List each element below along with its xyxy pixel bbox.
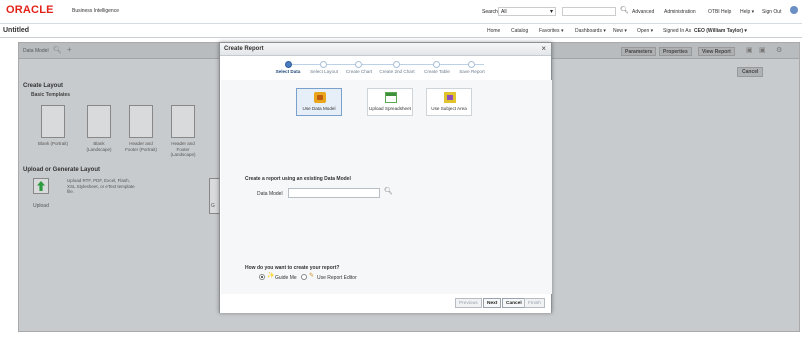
use-subject-area-option[interactable]: Use Subject Area — [426, 88, 472, 116]
subject-area-icon — [444, 92, 456, 103]
template-thumbnail — [171, 105, 195, 138]
previous-button[interactable]: Previous — [455, 298, 482, 308]
upload-spreadsheet-option[interactable]: Upload Spreadsheet — [367, 88, 413, 116]
step-indicator-select-layout — [320, 61, 327, 68]
chevron-down-icon: ▾ — [549, 9, 553, 15]
add-icon: + — [67, 45, 72, 54]
dialog-header: Create Report × — [220, 43, 551, 56]
step-select-data[interactable]: Select Data — [268, 69, 308, 74]
create-report-dialog: Create Report × Select Data Select Layou… — [219, 42, 552, 313]
page-title: Untitled — [3, 27, 30, 34]
step-create-2nd-chart[interactable]: Create 2nd Chart — [377, 69, 417, 74]
search-scope-value: All — [501, 9, 507, 15]
user-menu[interactable]: CEO (William Taylor) ▾ — [694, 28, 747, 34]
new-menu[interactable]: New ▾ — [613, 28, 627, 34]
view-report-button: View Report — [698, 47, 735, 56]
help-icon: ⚙ — [776, 47, 783, 54]
cancel-button[interactable]: Cancel — [502, 298, 526, 308]
product-name: Business Intelligence — [72, 8, 119, 14]
option-label: Use Data Model — [302, 106, 336, 111]
step-save-report[interactable]: Save Report — [452, 69, 492, 74]
dialog-footer: Previous Next Cancel Finish — [220, 294, 551, 313]
wand-icon: ✨ — [267, 273, 275, 279]
step-indicator-save-report — [468, 61, 475, 68]
template-thumbnail — [129, 105, 153, 138]
search-input[interactable] — [562, 7, 616, 16]
signed-in-label: Signed In As — [663, 28, 692, 34]
properties-button: Properties — [659, 47, 692, 56]
home-link[interactable]: Home — [487, 28, 500, 34]
cancel-button: Cancel — [737, 67, 764, 77]
top-bar: ORACLE Business Intelligence Search All … — [0, 0, 802, 24]
wizard-steps: Select Data Select Layout Create Chart C… — [220, 58, 551, 78]
step-create-chart[interactable]: Create Chart — [339, 69, 379, 74]
close-icon[interactable]: × — [541, 44, 546, 53]
parameters-button: Parameters — [621, 47, 657, 56]
next-button[interactable]: Next — [483, 298, 502, 308]
upload-generate-heading: Upload or Generate Layout — [23, 167, 101, 173]
sign-out-link[interactable]: Sign Out — [762, 9, 781, 15]
option-label: Upload Spreadsheet — [369, 106, 411, 111]
upload-arrow-icon — [37, 181, 45, 191]
advanced-link[interactable]: Advanced — [632, 9, 654, 15]
page-header: Untitled Home Catalog Favorites ▾ Dashbo… — [0, 24, 802, 38]
dialog-title: Create Report — [224, 46, 264, 52]
use-report-editor-radio[interactable] — [301, 274, 307, 280]
step-indicator-create-table — [433, 61, 440, 68]
save-icon: ▣ — [746, 47, 753, 54]
guide-me-label[interactable]: Guide Me — [275, 275, 297, 281]
step-connector — [288, 64, 484, 65]
save-as-icon: ▣ — [759, 47, 766, 54]
template-thumbnail — [41, 105, 65, 138]
favorites-menu[interactable]: Favorites ▾ — [539, 28, 563, 34]
catalog-link[interactable]: Catalog — [511, 28, 528, 34]
data-model-label: Data Model — [23, 48, 49, 54]
search-icon[interactable]: 🔍︎ — [384, 187, 393, 195]
generate-label: G — [211, 203, 215, 209]
search-icon[interactable]: 🔍︎ — [620, 6, 629, 14]
creation-mode-prompt: How do you want to create your report? — [245, 265, 340, 271]
search-scope-select[interactable]: All ▾ — [498, 7, 556, 16]
data-model-icon — [314, 92, 326, 103]
data-model-input[interactable] — [288, 188, 380, 198]
help-menu[interactable]: Help ▾ — [740, 9, 754, 15]
existing-data-model-prompt: Create a report using an existing Data M… — [245, 176, 351, 182]
template-label: Header and Footer (Portrait) — [125, 141, 157, 152]
otbi-help-link[interactable]: OTBI Help — [708, 9, 731, 15]
step-indicator-create-chart — [355, 61, 362, 68]
finish-button[interactable]: Finish — [524, 298, 545, 308]
upload-label: Upload — [33, 203, 49, 209]
pencil-icon: ✎ — [309, 273, 315, 279]
user-icon[interactable] — [790, 6, 798, 14]
upload-tile — [33, 178, 49, 194]
option-label: Use Subject Area — [431, 106, 467, 111]
guide-me-radio[interactable] — [259, 274, 265, 280]
use-report-editor-label[interactable]: Use Report Editor — [317, 275, 357, 281]
use-data-model-option[interactable]: Use Data Model — [296, 88, 342, 116]
administration-link[interactable]: Administration — [664, 9, 696, 15]
template-thumbnail — [87, 105, 111, 138]
create-layout-heading: Create Layout — [23, 83, 64, 89]
dashboards-menu[interactable]: Dashboards ▾ — [575, 28, 606, 34]
step-create-table[interactable]: Create Table — [417, 69, 457, 74]
step-indicator-create-2nd-chart — [393, 61, 400, 68]
spreadsheet-icon — [385, 92, 397, 103]
template-label: Blank (Portrait) — [37, 141, 68, 146]
template-label: Header and Footer (Landscape) — [170, 141, 196, 157]
search-icon: 🔍︎ — [53, 47, 62, 54]
upload-description: Upload RTF, PDF, Excel, Flash, XSL Style… — [67, 178, 135, 194]
template-label: Blank (Landscape) — [86, 141, 112, 152]
dialog-body: Use Data Model Upload Spreadsheet Use Su… — [221, 80, 552, 294]
data-model-field-label: Data Model — [257, 191, 283, 197]
search-label: Search — [482, 9, 498, 15]
step-indicator-select-data — [285, 61, 292, 68]
basic-templates-heading: Basic Templates — [31, 92, 71, 98]
oracle-logo: ORACLE — [6, 4, 54, 16]
step-select-layout[interactable]: Select Layout — [304, 69, 344, 74]
open-menu[interactable]: Open ▾ — [637, 28, 653, 34]
